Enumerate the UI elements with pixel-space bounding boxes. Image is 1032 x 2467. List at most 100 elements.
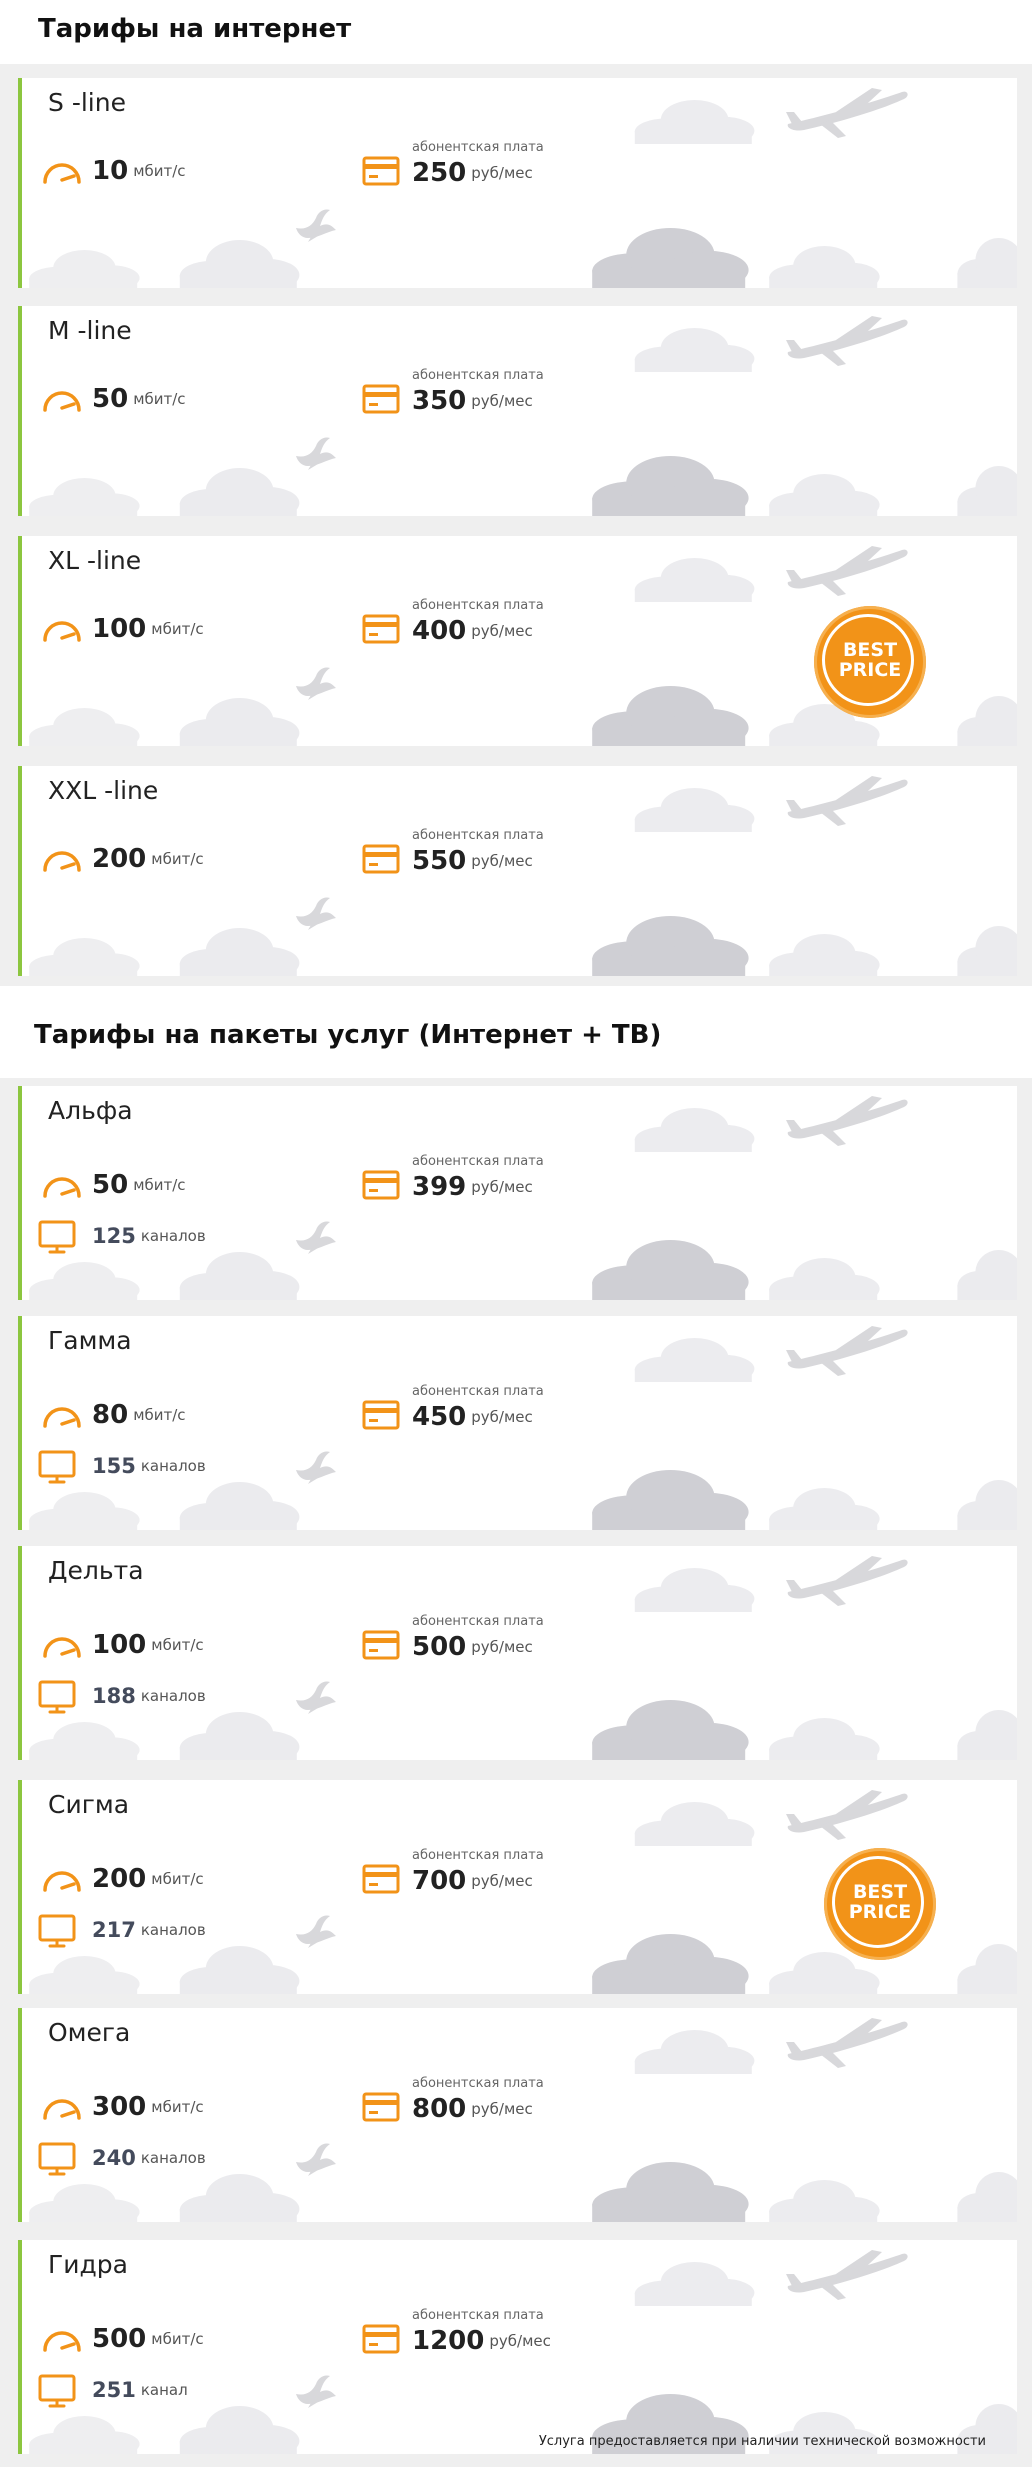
speedometer-icon <box>42 2094 82 2126</box>
airplane-icon <box>784 314 910 372</box>
speed-unit: мбит/с <box>151 2098 204 2116</box>
channels-value: 188 каналов <box>92 1684 206 1708</box>
price-number: 399 <box>412 1172 467 1202</box>
cloud-icon <box>627 1568 757 1616</box>
channels-number: 155 <box>92 1454 136 1478</box>
plan-card[interactable]: XL -line 100 мбит/с абонентская плата 400 р… <box>18 536 1017 746</box>
speed-unit: мбит/с <box>151 620 204 638</box>
airplane-icon <box>784 2016 910 2074</box>
price-number: 800 <box>412 2094 467 2124</box>
cloud-icon <box>22 250 142 288</box>
speed-unit: мбит/с <box>151 1870 204 1888</box>
plan-card[interactable]: S -line 10 мбит/с абонентская плата 250 руб… <box>18 78 1017 288</box>
speed-value: 500 мбит/с <box>92 2324 204 2354</box>
plan-name: M -line <box>48 316 132 345</box>
plan-card[interactable]: Альфа 50 мбит/с абонентская плата 399 руб/м… <box>18 1086 1017 1300</box>
speed-number: 100 <box>92 614 147 644</box>
availability-footnote: Услуга предоставляется при наличии техни… <box>538 2434 986 2449</box>
fee-label: абонентская плата <box>412 2076 544 2091</box>
tv-monitor-icon <box>38 2142 76 2182</box>
cloud-icon <box>22 1722 142 1760</box>
fee-label: абонентская плата <box>412 140 544 155</box>
plan-card[interactable]: Гамма 80 мбит/с абонентская плата 450 руб/м… <box>18 1316 1017 1530</box>
airplane-icon <box>784 774 910 832</box>
cloud-icon <box>172 468 302 516</box>
speedometer-icon <box>42 1172 82 1204</box>
price-number: 250 <box>412 158 467 188</box>
plan-card[interactable]: XXL -line 200 мбит/с абонентская плата 550… <box>18 766 1017 976</box>
credit-card-icon <box>362 614 400 648</box>
cloud-icon <box>172 1482 302 1530</box>
channels-unit: каналов <box>140 1457 206 1475</box>
price-number: 450 <box>412 1402 467 1432</box>
tv-monitor-icon <box>38 2374 76 2414</box>
cloud-icon <box>762 2180 882 2222</box>
price-number: 500 <box>412 1632 467 1662</box>
speed-value: 200 мбит/с <box>92 844 204 874</box>
airplane-icon <box>784 86 910 144</box>
best-price-badge: BEST PRICE <box>814 606 926 718</box>
credit-card-icon <box>362 2324 400 2358</box>
channels-value: 217 каналов <box>92 1918 206 1942</box>
cloud-icon <box>582 228 752 288</box>
channels-number: 217 <box>92 1918 136 1942</box>
plan-name: Омега <box>48 2018 131 2047</box>
cloud-icon <box>952 926 1017 976</box>
cloud-icon <box>952 238 1017 288</box>
cloud-icon <box>172 698 302 746</box>
tv-monitor-icon <box>38 1680 76 1720</box>
cloud-icon <box>627 2262 757 2310</box>
price-unit: руб/мес <box>471 852 533 870</box>
price-value: 500 руб/мес <box>412 1632 533 1662</box>
tv-monitor-icon <box>38 1450 76 1490</box>
credit-card-icon <box>362 1630 400 1664</box>
price-value: 700 руб/мес <box>412 1866 533 1896</box>
plan-name: Дельта <box>48 1556 144 1585</box>
speedometer-icon <box>42 1866 82 1898</box>
cloud-icon <box>952 1944 1017 1994</box>
price-value: 1200 руб/мес <box>412 2326 551 2356</box>
airplane-icon <box>784 2248 910 2306</box>
speed-value: 100 мбит/с <box>92 614 204 644</box>
credit-card-icon <box>362 156 400 190</box>
speedometer-icon <box>42 846 82 878</box>
speed-unit: мбит/с <box>151 2330 204 2348</box>
plan-card[interactable]: Омега 300 мбит/с абонентская плата 800 руб/… <box>18 2008 1017 2222</box>
price-value: 400 руб/мес <box>412 616 533 646</box>
plan-card[interactable]: Сигма 200 мбит/с абонентская плата 700 руб/… <box>18 1780 1017 1994</box>
channels-unit: каналов <box>140 1921 206 1939</box>
speed-unit: мбит/с <box>133 1176 186 1194</box>
credit-card-icon <box>362 1400 400 1434</box>
cloud-icon <box>952 696 1017 746</box>
price-number: 1200 <box>412 2326 485 2356</box>
cloud-icon <box>22 2184 142 2222</box>
badge-line1: BEST <box>842 639 898 661</box>
channels-value: 251 канал <box>92 2378 188 2402</box>
speed-number: 80 <box>92 1400 129 1430</box>
cloud-icon <box>952 1710 1017 1760</box>
cloud-icon <box>952 1250 1017 1300</box>
plan-card[interactable]: Дельта 100 мбит/с абонентская плата 500 руб… <box>18 1546 1017 1760</box>
plan-name: Альфа <box>48 1096 133 1125</box>
cloud-icon <box>172 928 302 976</box>
plan-name: XXL -line <box>48 776 159 805</box>
price-unit: руб/мес <box>471 392 533 410</box>
plan-card[interactable]: M -line 50 мбит/с абонентская плата 350 руб… <box>18 306 1017 516</box>
cloud-icon <box>582 456 752 516</box>
speed-number: 50 <box>92 384 129 414</box>
plan-card[interactable]: Гидра 500 мбит/с абонентская плата 1200 руб… <box>18 2240 1017 2454</box>
channels-value: 155 каналов <box>92 1454 206 1478</box>
airplane-icon <box>784 1094 910 1152</box>
airplane-icon <box>784 1788 910 1846</box>
speed-number: 10 <box>92 156 129 186</box>
speed-value: 300 мбит/с <box>92 2092 204 2122</box>
speedometer-icon <box>42 386 82 418</box>
cloud-icon <box>22 938 142 976</box>
speed-number: 100 <box>92 1630 147 1660</box>
plan-name: Сигма <box>48 1790 130 1819</box>
speed-number: 500 <box>92 2324 147 2354</box>
cloud-icon <box>762 474 882 516</box>
best-price-badge: BEST PRICE <box>824 1848 936 1960</box>
price-value: 450 руб/мес <box>412 1402 533 1432</box>
price-unit: руб/мес <box>471 622 533 640</box>
